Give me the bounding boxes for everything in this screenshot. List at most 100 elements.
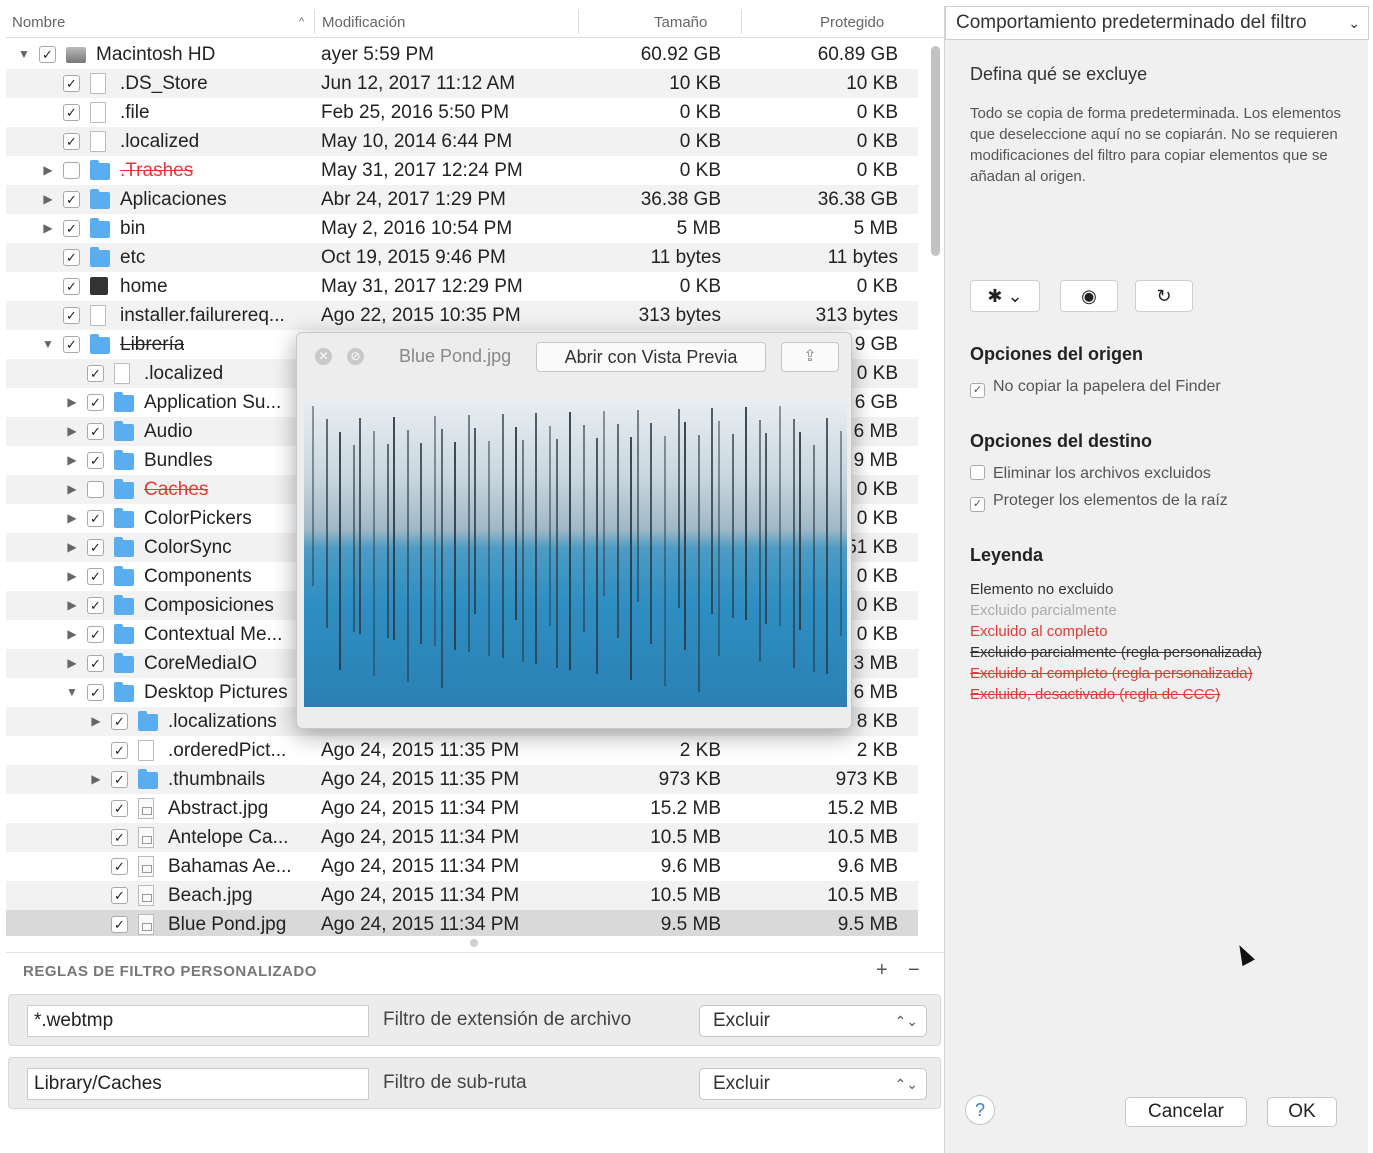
- tree-row[interactable]: ✓ Abstract.jpg Ago 24, 2015 11:34 PM 15.2 M…: [6, 794, 918, 823]
- checkbox-checked[interactable]: ✓: [87, 597, 104, 614]
- open-with-preview-button[interactable]: Abrir con Vista Previa: [536, 342, 766, 372]
- disclosure-closed-icon[interactable]: ▶: [90, 765, 102, 794]
- disclosure-closed-icon[interactable]: ▶: [66, 562, 78, 591]
- tree-row[interactable]: ✓ .file Feb 25, 2016 5:50 PM 0 KB 0 KB: [6, 98, 918, 127]
- tree-row[interactable]: ▼ ✓ Macintosh HD ayer 5:59 PM 60.92 GB 60.89 …: [6, 40, 918, 69]
- close-icon[interactable]: ✕: [315, 348, 332, 365]
- checkbox-checked[interactable]: ✓: [970, 497, 985, 512]
- tree-row[interactable]: ▶ ✓ .thumbnails Ago 24, 2015 11:35 PM 973 KB…: [6, 765, 918, 794]
- checkbox-checked[interactable]: ✓: [111, 742, 128, 759]
- checkbox-checked[interactable]: ✓: [87, 510, 104, 527]
- checkbox-checked[interactable]: ✓: [87, 365, 104, 382]
- checkbox-checked[interactable]: ✓: [111, 713, 128, 730]
- checkbox-checked[interactable]: ✓: [63, 191, 80, 208]
- protect-root-option[interactable]: ✓ Proteger los elementos de la raíz: [970, 492, 1228, 512]
- checkbox-checked[interactable]: ✓: [111, 887, 128, 904]
- checkbox-unchecked[interactable]: [87, 481, 104, 498]
- refresh-button[interactable]: ↻: [1135, 280, 1193, 312]
- checkbox-checked[interactable]: ✓: [39, 46, 56, 63]
- tree-row[interactable]: ✓ installer.failurereq... Ago 22, 2015 10:…: [6, 301, 918, 330]
- disclosure-closed-icon[interactable]: ▶: [66, 620, 78, 649]
- vertical-scrollbar[interactable]: [931, 46, 940, 256]
- tree-row[interactable]: ✓ Blue Pond.jpg Ago 24, 2015 11:34 PM 9.5 M…: [6, 910, 918, 936]
- col-protected[interactable]: Protegido: [820, 14, 884, 31]
- fullscreen-icon[interactable]: ⊘: [347, 348, 364, 365]
- checkbox-checked[interactable]: ✓: [970, 383, 985, 398]
- tree-row[interactable]: ✓ Beach.jpg Ago 24, 2015 11:34 PM 10.5 MB 10…: [6, 881, 918, 910]
- checkbox-checked[interactable]: ✓: [87, 568, 104, 585]
- delete-excluded-label: Eliminar los archivos excluidos: [993, 465, 1211, 482]
- disclosure-closed-icon[interactable]: ▶: [66, 649, 78, 678]
- filter-action-select[interactable]: Excluir ⌃⌄: [699, 1005, 927, 1037]
- checkbox-checked[interactable]: ✓: [63, 133, 80, 150]
- gear-menu-button[interactable]: ✱ ⌄: [970, 280, 1040, 312]
- checkbox-checked[interactable]: ✓: [87, 394, 104, 411]
- checkbox-checked[interactable]: ✓: [63, 220, 80, 237]
- share-icon[interactable]: ⇪: [781, 342, 839, 372]
- filter-behavior-popup[interactable]: Comportamiento predeterminado del filtro…: [945, 6, 1369, 40]
- filter-value-input[interactable]: Library/Caches: [27, 1068, 369, 1100]
- checkbox-unchecked[interactable]: [63, 162, 80, 179]
- checkbox-checked[interactable]: ✓: [111, 829, 128, 846]
- checkbox-checked[interactable]: ✓: [63, 278, 80, 295]
- disclosure-open-icon[interactable]: ▼: [66, 678, 78, 707]
- checkbox-checked[interactable]: ✓: [63, 75, 80, 92]
- checkbox-checked[interactable]: ✓: [63, 249, 80, 266]
- disclosure-open-icon[interactable]: ▼: [18, 40, 30, 69]
- help-button[interactable]: ?: [965, 1095, 995, 1125]
- preview-button[interactable]: ◉: [1060, 280, 1118, 312]
- disclosure-closed-icon[interactable]: ▶: [42, 156, 54, 185]
- checkbox-checked[interactable]: ✓: [87, 655, 104, 672]
- checkbox-checked[interactable]: ✓: [87, 423, 104, 440]
- disclosure-closed-icon[interactable]: ▶: [42, 214, 54, 243]
- remove-rule-button[interactable]: −: [908, 959, 920, 982]
- cancel-button[interactable]: Cancelar: [1125, 1097, 1247, 1127]
- checkbox-unchecked[interactable]: [970, 465, 985, 480]
- delete-excluded-option[interactable]: Eliminar los archivos excluidos: [970, 465, 1211, 483]
- tree-row[interactable]: ✓ .DS_Store Jun 12, 2017 11:12 AM 10 KB 10 K…: [6, 69, 918, 98]
- ok-button[interactable]: OK: [1267, 1097, 1337, 1127]
- tree-row[interactable]: ▶ ✓ Aplicaciones Abr 24, 2017 1:29 PM 36.38 …: [6, 185, 918, 214]
- disclosure-closed-icon[interactable]: ▶: [66, 504, 78, 533]
- filter-action-select[interactable]: Excluir ⌃⌄: [699, 1068, 927, 1100]
- disclosure-closed-icon[interactable]: ▶: [66, 446, 78, 475]
- tree-row[interactable]: ✓ etc Oct 19, 2015 9:46 PM 11 bytes 11 bytes: [6, 243, 918, 272]
- col-name[interactable]: Nombre: [12, 14, 65, 31]
- tree-row[interactable]: ▶ ✓ bin May 2, 2016 10:54 PM 5 MB 5 MB: [6, 214, 918, 243]
- split-handle[interactable]: [470, 939, 478, 947]
- tree-row[interactable]: ✓ Antelope Ca... Ago 24, 2015 11:34 PM 10.5…: [6, 823, 918, 852]
- disclosure-closed-icon[interactable]: ▶: [66, 533, 78, 562]
- checkbox-checked[interactable]: ✓: [87, 684, 104, 701]
- tree-row[interactable]: ✓ home May 31, 2017 12:29 PM 0 KB 0 KB: [6, 272, 918, 301]
- tree-row[interactable]: ✓ .orderedPict... Ago 24, 2015 11:35 PM 2 K…: [6, 736, 918, 765]
- disclosure-closed-icon[interactable]: ▶: [66, 417, 78, 446]
- item-name: Bahamas Ae...: [168, 856, 292, 877]
- item-size: 60.92 GB: [640, 44, 721, 65]
- checkbox-checked[interactable]: ✓: [63, 336, 80, 353]
- tree-row[interactable]: ▶ .Trashes May 31, 2017 12:24 PM 0 KB 0 KB: [6, 156, 918, 185]
- tree-row[interactable]: ✓ Bahamas Ae... Ago 24, 2015 11:34 PM 9.6 M…: [6, 852, 918, 881]
- checkbox-checked[interactable]: ✓: [87, 452, 104, 469]
- checkbox-checked[interactable]: ✓: [87, 626, 104, 643]
- item-protected: 51 KB: [846, 537, 898, 558]
- disclosure-closed-icon[interactable]: ▶: [90, 707, 102, 736]
- add-rule-button[interactable]: +: [876, 959, 888, 982]
- checkbox-checked[interactable]: ✓: [87, 539, 104, 556]
- disclosure-closed-icon[interactable]: ▶: [66, 475, 78, 504]
- disclosure-closed-icon[interactable]: ▶: [66, 388, 78, 417]
- checkbox-checked[interactable]: ✓: [111, 858, 128, 875]
- checkbox-checked[interactable]: ✓: [111, 800, 128, 817]
- disclosure-open-icon[interactable]: ▼: [42, 330, 54, 359]
- checkbox-checked[interactable]: ✓: [63, 307, 80, 324]
- disclosure-closed-icon[interactable]: ▶: [42, 185, 54, 214]
- disclosure-closed-icon[interactable]: ▶: [66, 591, 78, 620]
- checkbox-checked[interactable]: ✓: [111, 771, 128, 788]
- filter-value-input[interactable]: *.webtmp: [27, 1005, 369, 1037]
- no-copy-trash-option[interactable]: ✓ No copiar la papelera del Finder: [970, 378, 1221, 398]
- col-modified[interactable]: Modificación: [322, 14, 405, 31]
- item-protected: 3 MB: [853, 653, 898, 674]
- tree-row[interactable]: ✓ .localized May 10, 2014 6:44 PM 0 KB 0 KB: [6, 127, 918, 156]
- checkbox-checked[interactable]: ✓: [63, 104, 80, 121]
- col-size[interactable]: Tamaño: [654, 14, 707, 31]
- checkbox-checked[interactable]: ✓: [111, 916, 128, 933]
